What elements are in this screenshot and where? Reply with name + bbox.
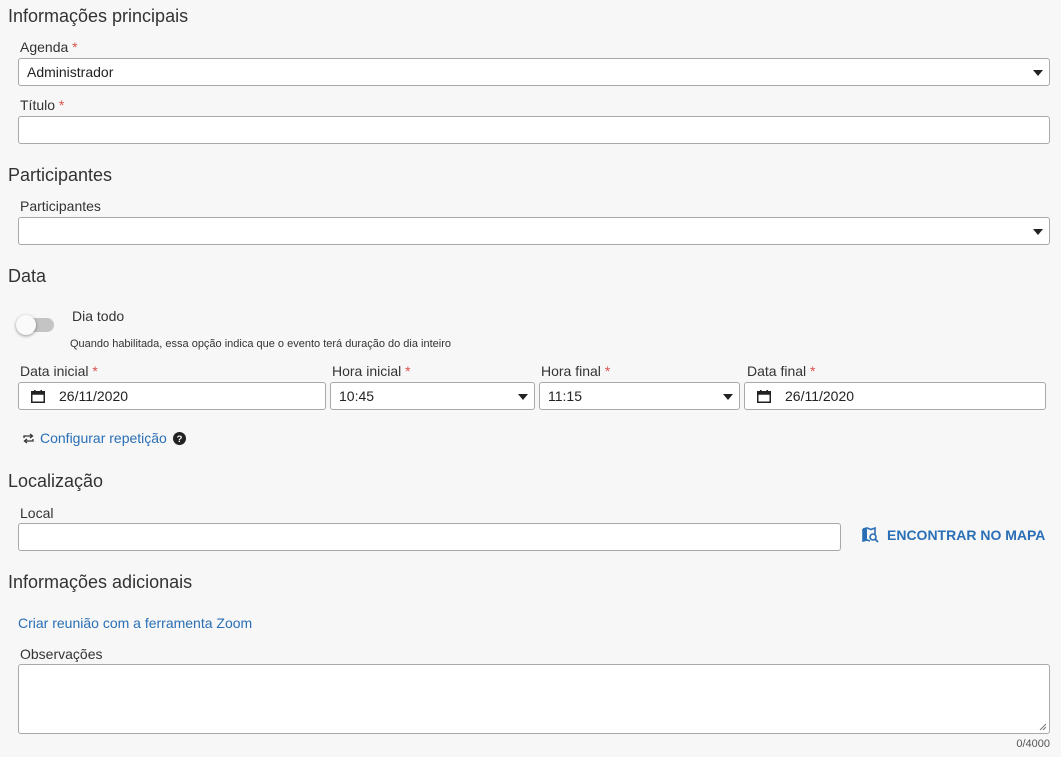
- end-time-select[interactable]: 11:15: [539, 382, 740, 410]
- find-on-map-label: ENCONTRAR NO MAPA: [887, 527, 1046, 543]
- repeat-config-link[interactable]: Configurar repetição ?: [23, 430, 186, 446]
- start-time-label-text: Hora inicial: [332, 363, 402, 379]
- local-label: Local: [20, 505, 54, 521]
- chevron-down-icon: [518, 394, 528, 400]
- notes-textarea[interactable]: [18, 664, 1050, 734]
- repeat-config-label[interactable]: Configurar repetição: [40, 430, 167, 446]
- toggle-thumb: [16, 315, 36, 335]
- agenda-select-value: Administrador: [27, 64, 114, 80]
- start-time-label: Hora inicial *: [332, 363, 411, 379]
- section-title-additional: Informações adicionais: [8, 572, 193, 592]
- chevron-down-icon: [1033, 70, 1043, 76]
- calendar-icon: [31, 390, 45, 403]
- help-icon[interactable]: ?: [172, 431, 186, 445]
- svg-text:?: ?: [176, 434, 182, 445]
- titulo-label: Título *: [20, 97, 64, 113]
- titulo-input[interactable]: [18, 116, 1050, 144]
- end-date-label: Data final *: [747, 363, 816, 379]
- all-day-hint: Quando habilitada, essa opção indica que…: [70, 338, 451, 350]
- repeat-icon: [23, 432, 34, 444]
- end-date-input[interactable]: 26/11/2020: [744, 382, 1046, 410]
- required-mark: *: [604, 363, 611, 379]
- section-title-main-info: Informações principais: [8, 6, 189, 26]
- create-zoom-meeting-link[interactable]: Criar reunião com a ferramenta Zoom: [18, 615, 252, 631]
- titulo-label-text: Título: [20, 97, 56, 113]
- agenda-label-text: Agenda: [20, 39, 69, 55]
- end-time-value: 11:15: [548, 388, 582, 404]
- resize-handle-icon[interactable]: [1039, 723, 1047, 731]
- start-time-select[interactable]: 10:45: [330, 382, 535, 410]
- end-date-value: 26/11/2020: [785, 388, 855, 404]
- required-mark: *: [810, 363, 816, 379]
- local-input[interactable]: [18, 523, 841, 551]
- notes-char-counter: 0/4000: [1016, 738, 1050, 750]
- start-time-value: 10:45: [339, 388, 375, 404]
- required-mark: *: [58, 97, 65, 113]
- start-date-value: 26/11/2020: [59, 388, 129, 404]
- end-time-label: Hora final *: [541, 363, 610, 379]
- section-title-participants: Participantes: [8, 165, 113, 185]
- participants-select[interactable]: [18, 217, 1050, 245]
- start-date-input[interactable]: 26/11/2020: [18, 382, 326, 410]
- section-title-date: Data: [8, 266, 47, 286]
- calendar-icon: [757, 390, 771, 403]
- participants-label: Participantes: [20, 198, 101, 214]
- all-day-toggle[interactable]: [16, 315, 54, 335]
- end-time-label-text: Hora final: [541, 363, 601, 379]
- required-mark: *: [405, 363, 411, 379]
- map-search-icon: [862, 527, 879, 543]
- find-on-map-button[interactable]: ENCONTRAR NO MAPA: [862, 527, 1045, 543]
- agenda-select[interactable]: Administrador: [18, 58, 1050, 86]
- start-date-label: Data inicial *: [20, 363, 98, 379]
- end-date-label-text: Data final: [747, 363, 807, 379]
- required-mark: *: [92, 363, 98, 379]
- all-day-label: Dia todo: [72, 308, 125, 324]
- notes-label: Observações: [20, 646, 103, 662]
- chevron-down-icon: [723, 394, 733, 400]
- chevron-down-icon: [1033, 229, 1043, 235]
- start-date-label-text: Data inicial: [20, 363, 89, 379]
- agenda-label: Agenda *: [20, 39, 78, 55]
- section-title-location: Localização: [8, 471, 104, 491]
- required-mark: *: [72, 39, 78, 55]
